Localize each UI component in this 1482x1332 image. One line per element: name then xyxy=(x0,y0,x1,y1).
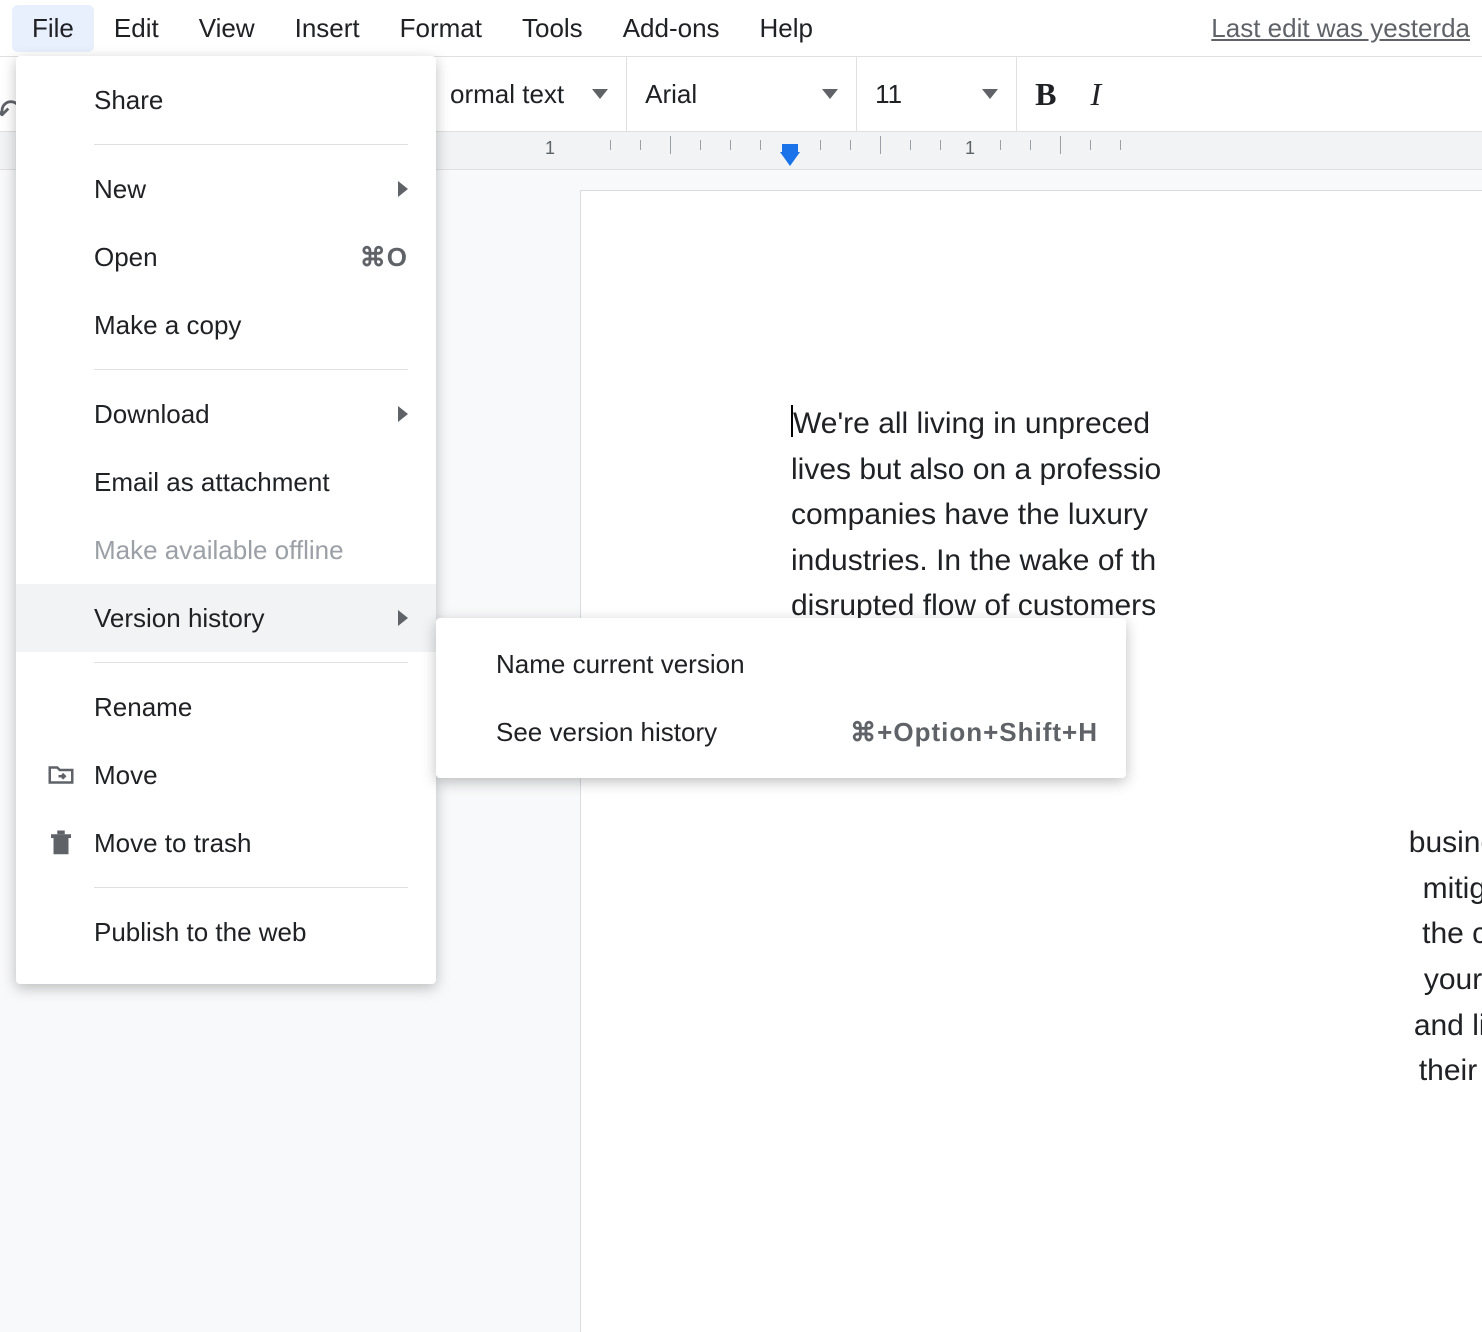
menuitem-label: Make available offline xyxy=(94,535,344,566)
menuitem-publish-web[interactable]: Publish to the web xyxy=(16,898,436,966)
menuitem-shortcut: ⌘+Option+Shift+H xyxy=(850,717,1098,748)
menu-addons[interactable]: Add-ons xyxy=(603,5,740,52)
font-size-label: 11 xyxy=(875,79,902,110)
menu-insert[interactable]: Insert xyxy=(275,5,380,52)
menu-separator xyxy=(94,144,408,145)
menuitem-label: Name current version xyxy=(496,649,745,680)
menuitem-make-copy[interactable]: Make a copy xyxy=(16,291,436,359)
submenu-arrow-icon xyxy=(398,610,408,626)
menuitem-open[interactable]: Open ⌘O xyxy=(16,223,436,291)
document-paragraph: ne the businesses have already ac mitiga… xyxy=(1409,735,1482,1087)
ruler-mark: 1 xyxy=(545,138,555,159)
submenu-arrow-icon xyxy=(398,181,408,197)
menuitem-label: Open xyxy=(94,242,158,273)
menu-separator xyxy=(94,662,408,663)
chevron-down-icon xyxy=(822,89,838,99)
document-paragraph: We're all living in unpreced lives but a… xyxy=(791,407,1161,622)
menuitem-label: Move to trash xyxy=(94,828,252,859)
menu-edit[interactable]: Edit xyxy=(94,5,179,52)
last-edit-link[interactable]: Last edit was yesterda xyxy=(1211,13,1470,44)
indent-marker-icon[interactable] xyxy=(780,152,800,166)
menuitem-email-attachment[interactable]: Email as attachment xyxy=(16,448,436,516)
trash-icon xyxy=(46,828,76,858)
menuitem-shortcut: ⌘O xyxy=(360,242,408,273)
menuitem-label: Version history xyxy=(94,603,265,634)
menuitem-make-offline: Make available offline xyxy=(16,516,436,584)
submenu-arrow-icon xyxy=(398,406,408,422)
menuitem-version-history[interactable]: Version history xyxy=(16,584,436,652)
menu-separator xyxy=(94,369,408,370)
paragraph-style-label: ormal text xyxy=(450,79,564,110)
menu-tools[interactable]: Tools xyxy=(502,5,603,52)
font-family-label: Arial xyxy=(645,79,697,110)
menuitem-download[interactable]: Download xyxy=(16,380,436,448)
menuitem-label: Download xyxy=(94,399,210,430)
version-history-submenu: Name current version See version history… xyxy=(436,618,1126,778)
paragraph-style-select[interactable]: ormal text xyxy=(432,57,627,131)
menuitem-see-version-history[interactable]: See version history ⌘+Option+Shift+H xyxy=(436,698,1126,766)
menu-format[interactable]: Format xyxy=(380,5,502,52)
menuitem-label: Make a copy xyxy=(94,310,241,341)
menuitem-name-current-version[interactable]: Name current version xyxy=(436,630,1126,698)
menu-separator xyxy=(94,887,408,888)
menuitem-label: See version history xyxy=(496,717,717,748)
menuitem-label: Email as attachment xyxy=(94,467,330,498)
italic-button[interactable]: I xyxy=(1091,76,1102,113)
menuitem-label: Share xyxy=(94,85,163,116)
menuitem-label: Publish to the web xyxy=(94,917,306,948)
move-folder-icon xyxy=(46,760,76,790)
bold-button[interactable]: B xyxy=(1035,76,1056,113)
chevron-down-icon xyxy=(592,89,608,99)
menu-help[interactable]: Help xyxy=(740,5,833,52)
menuitem-label: New xyxy=(94,174,146,205)
menuitem-move-trash[interactable]: Move to trash xyxy=(16,809,436,877)
menuitem-new[interactable]: New xyxy=(16,155,436,223)
menuitem-label: Rename xyxy=(94,692,192,723)
menuitem-move[interactable]: Move xyxy=(16,741,436,809)
ruler-mark: 1 xyxy=(965,138,975,159)
menuitem-label: Move xyxy=(94,760,158,791)
menu-view[interactable]: View xyxy=(179,5,275,52)
file-dropdown: Share New Open ⌘O Make a copy Download E… xyxy=(16,56,436,984)
font-family-select[interactable]: Arial xyxy=(627,57,857,131)
menu-bar: File Edit View Insert Format Tools Add-o… xyxy=(0,0,1482,56)
chevron-down-icon xyxy=(982,89,998,99)
menuitem-rename[interactable]: Rename xyxy=(16,673,436,741)
menu-file[interactable]: File xyxy=(12,5,94,52)
menuitem-share[interactable]: Share xyxy=(16,66,436,134)
font-size-select[interactable]: 11 xyxy=(857,57,1017,131)
